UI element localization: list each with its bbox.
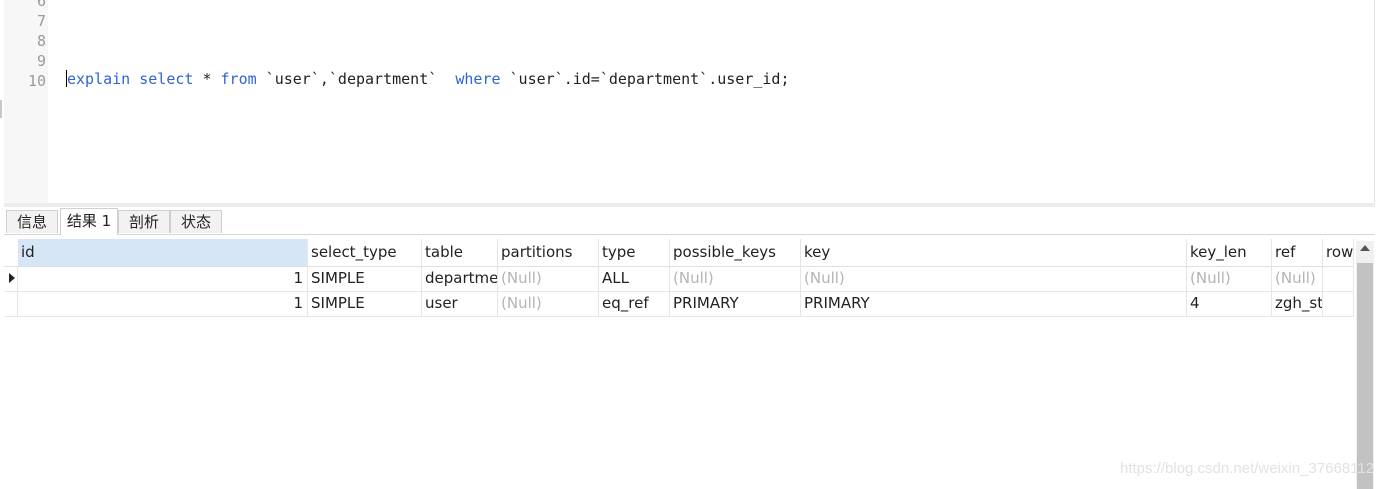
column-header-key[interactable]: key [801, 239, 1187, 266]
line-number: 9 [36, 52, 46, 70]
vertical-scrollbar[interactable] [1356, 241, 1374, 489]
line-number: 7 [36, 12, 46, 30]
result-grid[interactable]: id select_type table partitions type pos… [4, 235, 1375, 489]
row-indicator[interactable] [4, 291, 18, 316]
code-condition: `user`.id=`department`.user_id; [500, 70, 790, 88]
cell-ref[interactable]: zgh_study.department.user_id [1272, 291, 1323, 316]
current-row-arrow-icon [9, 273, 15, 283]
code-star: * [193, 70, 221, 88]
keyword-from: from [220, 70, 257, 88]
line-number: 10 [27, 72, 46, 90]
cell-rows[interactable] [1323, 266, 1354, 291]
column-header-ref[interactable]: ref [1272, 239, 1323, 266]
cell-key[interactable]: PRIMARY [801, 291, 1187, 316]
cell-partitions[interactable]: (Null) [498, 266, 599, 291]
line-number-gutter: 6 7 8 9 10 [4, 0, 48, 203]
column-header-select-type[interactable]: select_type [308, 239, 422, 266]
row-indicator[interactable] [4, 266, 18, 291]
column-header-type[interactable]: type [599, 239, 670, 266]
cell-table[interactable]: user [422, 291, 498, 316]
cell-type[interactable]: eq_ref [599, 291, 670, 316]
result-tabs: 信息 结果 1 剖析 状态 [4, 207, 1375, 235]
tab-result-1[interactable]: 结果 1 [60, 208, 118, 235]
table-row[interactable]: 1 SIMPLE department (Null) ALL (Null) (N… [4, 266, 1354, 292]
scroll-up-arrow-icon[interactable] [1360, 245, 1370, 251]
column-header-table[interactable]: table [422, 239, 498, 266]
tab-profile[interactable]: 剖析 [118, 210, 170, 233]
cell-rows[interactable] [1323, 291, 1354, 316]
cell-possible-keys[interactable]: PRIMARY [670, 291, 801, 316]
grid-header-row: id select_type table partitions type pos… [4, 239, 1354, 267]
left-edge-marker [0, 100, 2, 118]
cell-key[interactable]: (Null) [801, 266, 1187, 291]
cell-table[interactable]: department [422, 266, 498, 291]
cell-key-len[interactable]: (Null) [1187, 266, 1272, 291]
code-tables: `user`,`department` [256, 70, 456, 88]
column-header-rows[interactable]: rows [1323, 239, 1354, 266]
table-row[interactable]: 1 SIMPLE user (Null) eq_ref PRIMARY PRIM… [4, 291, 1354, 317]
tab-status[interactable]: 状态 [170, 210, 222, 233]
keyword-explain: explain [67, 70, 131, 88]
sql-editor[interactable]: 6 7 8 9 10 explain select * from `user`,… [4, 0, 1375, 203]
cell-id[interactable]: 1 [18, 291, 308, 316]
line-number: 8 [36, 32, 46, 50]
cell-type[interactable]: ALL [599, 266, 670, 291]
column-header-key-len[interactable]: key_len [1187, 239, 1272, 266]
sql-code-line[interactable]: explain select * from `user`,`department… [66, 70, 789, 88]
cell-select-type[interactable]: SIMPLE [308, 291, 422, 316]
keyword-where: where [455, 70, 501, 88]
scrollbar-thumb[interactable] [1357, 263, 1373, 489]
cell-id[interactable]: 1 [18, 266, 308, 291]
watermark: https://blog.csdn.net/weixin_37668112 [1120, 460, 1375, 477]
cell-key-len[interactable]: 4 [1187, 291, 1272, 316]
line-number: 6 [36, 0, 46, 10]
column-header-partitions[interactable]: partitions [498, 239, 599, 266]
cell-ref[interactable]: (Null) [1272, 266, 1323, 291]
cell-partitions[interactable]: (Null) [498, 291, 599, 316]
tab-info[interactable]: 信息 [6, 210, 58, 233]
cell-select-type[interactable]: SIMPLE [308, 266, 422, 291]
keyword-select: select [139, 70, 194, 88]
column-header-possible-keys[interactable]: possible_keys [670, 239, 801, 266]
cell-possible-keys[interactable]: (Null) [670, 266, 801, 291]
column-header-id[interactable]: id [18, 239, 308, 266]
